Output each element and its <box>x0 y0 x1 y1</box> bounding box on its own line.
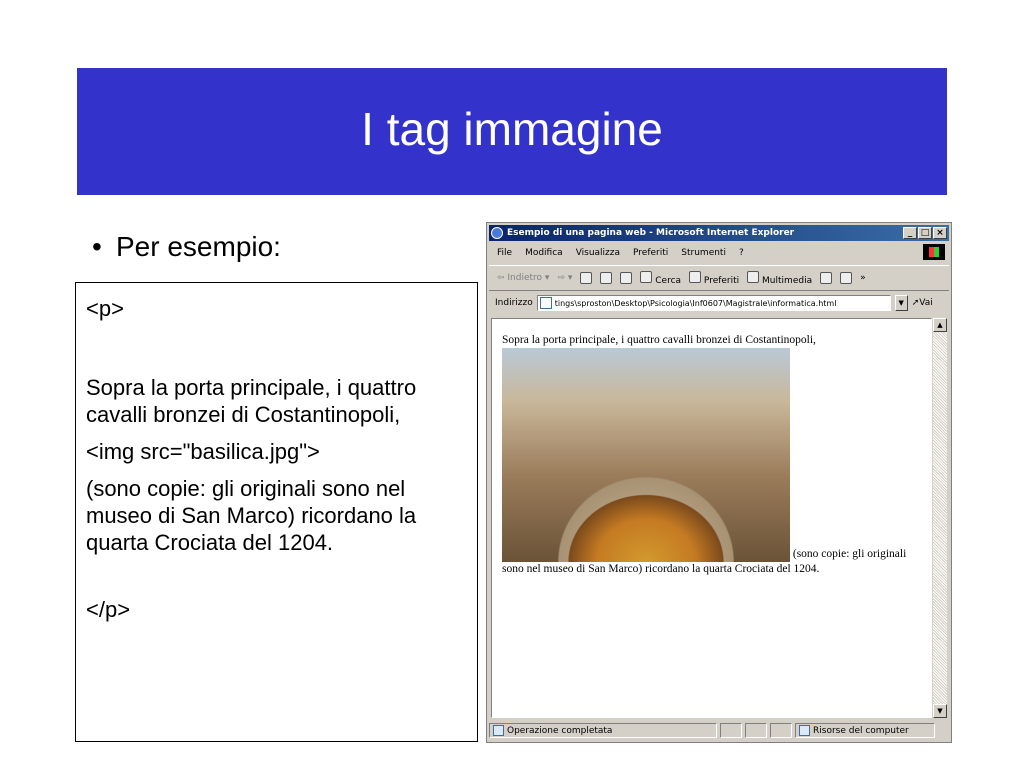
multimedia-label: Multimedia <box>762 275 813 286</box>
toolbar-more[interactable]: » <box>860 273 866 283</box>
status-cell-1 <box>720 723 742 738</box>
minimize-button[interactable]: _ <box>903 227 917 239</box>
multimedia-icon <box>747 270 760 283</box>
scroll-up-icon[interactable]: ▲ <box>933 318 947 332</box>
address-bar: Indirizzo tings\sproston\Desktop\Psicolo… <box>489 292 949 314</box>
toolbar: ⇦ Indietro ▾ ⇨ ▾ Cerca Preferiti Multime… <box>489 265 949 291</box>
history-icon[interactable] <box>820 272 833 284</box>
home-icon[interactable] <box>620 272 633 284</box>
address-input[interactable]: tings\sproston\Desktop\Psicologia\Inf060… <box>536 295 891 311</box>
status-bar: Operazione completata Risorse del comput… <box>489 721 949 740</box>
menu-modifica[interactable]: Modifica <box>525 248 563 258</box>
forward-button[interactable]: ⇨ ▾ <box>557 273 572 283</box>
favorites-button[interactable]: Preferiti <box>689 270 740 286</box>
slide-title-bar: I tag immagine <box>77 68 947 195</box>
ie-logo-icon <box>491 227 503 239</box>
refresh-icon[interactable] <box>600 272 613 284</box>
page-content: Sopra la porta principale, i quattro cav… <box>491 318 932 718</box>
status-message-cell: Operazione completata <box>489 723 717 738</box>
browser-window: Esempio di una pagina web - Microsoft In… <box>486 222 952 743</box>
back-button[interactable]: ⇦ Indietro ▾ <box>497 273 549 283</box>
browser-title-bar[interactable]: Esempio di una pagina web - Microsoft In… <box>489 225 949 241</box>
multimedia-button[interactable]: Multimedia <box>747 270 813 286</box>
address-label: Indirizzo <box>495 298 533 308</box>
address-value: tings\sproston\Desktop\Psicologia\Inf060… <box>554 298 837 308</box>
status-cell-2 <box>745 723 767 738</box>
go-label: Vai <box>919 298 933 308</box>
vertical-scrollbar[interactable]: ▲ ▼ <box>933 318 947 718</box>
code-rest: (sono copie: gli originali sono nel muse… <box>86 476 417 555</box>
favorites-label: Preferiti <box>703 275 740 286</box>
menu-visualizza[interactable]: Visualizza <box>576 248 620 258</box>
go-button[interactable]: ➚Vai <box>912 298 933 308</box>
html-code-box: <p> Sopra la porta principale, i quattro… <box>75 282 478 742</box>
address-dropdown-icon[interactable]: ▼ <box>894 295 908 311</box>
code-text: Sopra la porta principale, i quattro cav… <box>86 375 417 427</box>
page-text-before: Sopra la porta principale, i quattro cav… <box>502 334 816 346</box>
page-done-icon <box>493 725 504 736</box>
stop-icon[interactable] <box>580 272 593 284</box>
windows-flag-icon <box>923 244 945 260</box>
maximize-button[interactable]: □ <box>918 227 932 239</box>
code-close-p: </p> <box>86 597 131 622</box>
menu-help[interactable]: ? <box>739 248 744 258</box>
bullet-item: • Per esempio: <box>92 231 281 263</box>
mail-icon[interactable] <box>840 272 853 284</box>
back-label: Indietro <box>507 273 543 283</box>
status-cell-3 <box>770 723 792 738</box>
computer-icon <box>799 725 810 736</box>
menu-preferiti[interactable]: Preferiti <box>633 248 668 258</box>
code-img-tag: <img src="basilica.jpg"> <box>86 439 320 464</box>
slide-title: I tag immagine <box>361 103 663 155</box>
basilica-image <box>502 348 790 562</box>
menu-file[interactable]: File <box>497 248 512 258</box>
browser-title: Esempio di una pagina web - Microsoft In… <box>507 228 795 238</box>
search-label: Cerca <box>655 275 682 286</box>
status-zone-cell: Risorse del computer <box>795 723 935 738</box>
menu-strumenti[interactable]: Strumenti <box>681 248 726 258</box>
menu-bar: File Modifica Visualizza Preferiti Strum… <box>489 243 949 262</box>
scroll-down-icon[interactable]: ▼ <box>933 704 947 718</box>
status-zone: Risorse del computer <box>813 725 909 736</box>
bullet-icon: • <box>92 231 102 262</box>
code-open-p: <p> <box>86 296 124 321</box>
status-message: Operazione completata <box>507 725 613 736</box>
page-icon <box>539 297 552 309</box>
search-button[interactable]: Cerca <box>640 270 682 286</box>
close-button[interactable]: × <box>933 227 947 239</box>
search-icon <box>640 270 653 283</box>
bullet-text: Per esempio: <box>116 231 281 262</box>
favorites-icon <box>689 270 702 283</box>
